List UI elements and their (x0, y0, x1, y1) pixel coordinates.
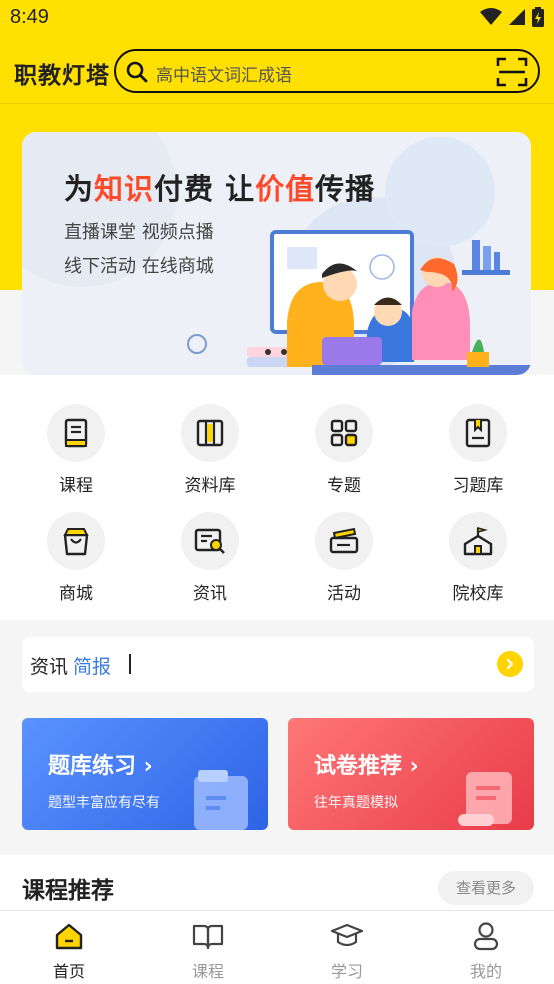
grid-item-activity[interactable]: 活动 (289, 512, 399, 604)
school-icon (449, 512, 507, 570)
shopping-bag-icon (47, 512, 105, 570)
tab-label: 我的 (469, 962, 502, 981)
banner-title-part: 为 (64, 172, 95, 206)
promo-banner[interactable]: 为知识付费 让价值传播 直播课堂 视频点播 线下活动 在线商城 (22, 132, 531, 375)
category-grid: 课程 资料库 专题 习题库 商城 资讯 活动 院校库 (0, 375, 554, 620)
grid-item-mall[interactable]: 商城 (21, 512, 131, 604)
grid-item-label: 课程 (59, 476, 93, 496)
tab-course[interactable]: 课程 (168, 919, 248, 982)
tab-label: 学习 (330, 962, 363, 981)
news-separator (129, 654, 131, 674)
search-placeholder: 高中语文词汇成语 (156, 66, 292, 86)
wifi-icon (480, 8, 502, 25)
open-book-icon (168, 919, 248, 953)
exercise-book-icon (449, 404, 507, 462)
grid-item-course[interactable]: 课程 (21, 404, 131, 496)
tab-label: 首页 (52, 962, 85, 981)
news-ticker[interactable]: 资讯 简报 (22, 637, 534, 692)
news-label-prefix: 资讯 (30, 656, 69, 678)
section-title: 课程推荐 (22, 878, 114, 904)
card-subtitle: 题型丰富应有尽有 (48, 795, 160, 811)
card-title: 试卷推荐 › (314, 754, 419, 779)
status-bar: 8:49 (0, 0, 554, 38)
folder-icon (194, 770, 248, 830)
grid-squares-icon (315, 404, 373, 462)
status-time: 8:49 (10, 6, 49, 28)
grid-item-label: 专题 (327, 476, 361, 496)
tab-study[interactable]: 学习 (307, 919, 387, 982)
news-icon (181, 512, 239, 570)
news-label-highlight: 简报 (73, 656, 112, 678)
card-title: 题库练习 › (48, 754, 153, 779)
grid-item-label: 资讯 (193, 584, 227, 604)
app-header: 职教灯塔 高中语文词汇成语 (0, 44, 554, 100)
grid-item-school[interactable]: 院校库 (423, 512, 533, 604)
grid-item-news[interactable]: 资讯 (155, 512, 265, 604)
banner-title-highlight: 价值 (255, 172, 316, 206)
search-box[interactable]: 高中语文词汇成语 (114, 49, 540, 93)
search-icon (126, 61, 148, 83)
grid-item-label: 商城 (59, 584, 93, 604)
banner-subtitle-line1: 直播课堂 视频点播 (64, 222, 214, 243)
status-icons (480, 7, 544, 27)
banner-title-part: 付费 让 (154, 172, 256, 206)
view-more-button[interactable]: 查看更多 (438, 871, 534, 905)
scan-icon[interactable] (496, 56, 528, 88)
exam-paper-card[interactable]: 试卷推荐 › 往年真题模拟 (288, 718, 534, 830)
banner-title-highlight: 知识 (94, 172, 155, 206)
home-icon (29, 919, 109, 953)
tab-home[interactable]: 首页 (29, 919, 109, 982)
grid-item-topic[interactable]: 专题 (289, 404, 399, 496)
course-recommend-section: 课程推荐 查看更多 (0, 855, 554, 915)
banner-page-indicator[interactable] (187, 334, 207, 354)
banner-subtitle-line2: 线下活动 在线商城 (64, 256, 214, 277)
grid-item-label: 习题库 (452, 476, 504, 496)
chevron-right-icon[interactable] (497, 651, 523, 677)
scroll-icon (458, 772, 512, 826)
card-subtitle: 往年真题模拟 (314, 795, 398, 811)
user-icon (446, 919, 526, 953)
grid-item-label: 资料库 (184, 476, 236, 496)
graduation-cap-icon (307, 919, 387, 953)
book-icon (47, 404, 105, 462)
ticket-icon (315, 512, 373, 570)
question-bank-card[interactable]: 题库练习 › 题型丰富应有尽有 (22, 718, 268, 830)
app-brand-title: 职教灯塔 (14, 63, 110, 89)
grid-item-library[interactable]: 资料库 (155, 404, 265, 496)
battery-icon (532, 7, 544, 27)
tab-label: 课程 (191, 962, 224, 981)
grid-item-exercises[interactable]: 习题库 (423, 404, 533, 496)
bottom-tab-bar: 首页 课程 学习 我的 (0, 910, 554, 984)
grid-item-label: 活动 (327, 584, 361, 604)
signal-icon (509, 9, 525, 25)
grid-item-label: 院校库 (452, 584, 504, 604)
banner-title: 为知识付费 让价值传播 (64, 166, 375, 208)
library-icon (181, 404, 239, 462)
banner-title-part: 传播 (315, 172, 376, 206)
header-divider (0, 103, 554, 104)
tab-profile[interactable]: 我的 (446, 919, 526, 982)
